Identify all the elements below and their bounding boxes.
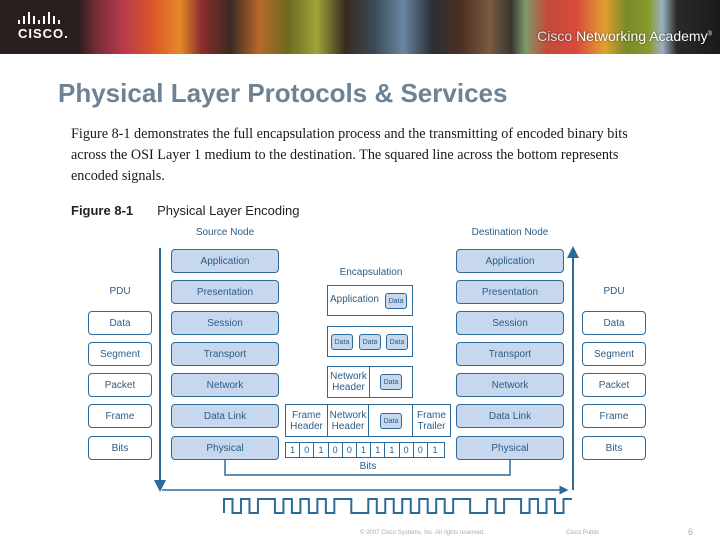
destination-pdu-bits: Bits: [582, 436, 646, 460]
page-number: 6: [688, 527, 694, 537]
encap-packet-box: Network Header Data: [327, 366, 413, 398]
encap-application-label: Application: [330, 294, 379, 305]
destination-layer-network: Network: [456, 373, 564, 397]
destination-pdu-label: PDU: [603, 286, 625, 297]
encap-bits-label: Bits: [359, 461, 377, 472]
bit-cell: 1: [371, 443, 386, 457]
encapsulation-label: Encapsulation: [339, 267, 403, 278]
source-pdu-frame: Frame: [88, 404, 152, 428]
destination-layer-data-link: Data Link: [456, 404, 564, 428]
encap-bits-row: 10100111001: [285, 442, 445, 458]
bit-cell: 1: [314, 443, 329, 457]
source-layer-session: Session: [171, 311, 279, 335]
encoding-diagram: Source Node Destination Node PDU PDU Enc…: [0, 0, 720, 540]
bit-cell: 1: [432, 445, 438, 455]
encap-frame-network-header: Network Header: [328, 405, 369, 436]
source-pdu-segment: Segment: [88, 342, 152, 366]
encap-data-block: Data: [331, 334, 353, 350]
destination-layer-session: Session: [456, 311, 564, 335]
classification-text: Cisco Public: [566, 530, 600, 536]
destination-layer-presentation: Presentation: [456, 280, 564, 304]
encap-frame-trailer: Frame Trailer: [412, 405, 450, 436]
bit-cell: 1: [286, 443, 301, 457]
destination-layer-transport: Transport: [456, 342, 564, 366]
source-pdu-bits: Bits: [88, 436, 152, 460]
destination-pdu-frame: Frame: [582, 404, 646, 428]
destination-pdu-segment: Segment: [582, 342, 646, 366]
bit-cell: 0: [343, 443, 357, 457]
encap-data-block: Data: [359, 334, 381, 350]
source-pdu-data: Data: [88, 311, 152, 335]
destination-node-label: Destination Node: [471, 227, 549, 238]
bit-cell: 1: [357, 443, 372, 457]
source-layer-network: Network: [171, 373, 279, 397]
bit-cell: 0: [329, 443, 343, 457]
bit-cell: 0: [300, 443, 315, 457]
destination-pdu-packet: Packet: [582, 373, 646, 397]
copyright-text: © 2007 Cisco Systems, Inc. All rights re…: [360, 530, 485, 536]
source-layer-physical: Physical: [171, 436, 279, 460]
encap-frame-header: Frame Header: [286, 405, 328, 436]
encap-data-block: Data: [380, 374, 402, 390]
source-layer-data-link: Data Link: [171, 404, 279, 428]
destination-layer-application: Application: [456, 249, 564, 273]
encoded-signal-wave: [223, 498, 572, 514]
source-layer-presentation: Presentation: [171, 280, 279, 304]
encap-segments-box: Data Data Data: [327, 326, 413, 357]
bit-cell: 0: [414, 443, 428, 457]
destination-layer-physical: Physical: [456, 436, 564, 460]
encap-application-box: Application Data: [327, 285, 413, 316]
encap-data-block: Data: [386, 334, 408, 350]
source-pdu-label: PDU: [109, 286, 131, 297]
source-pdu-packet: Packet: [88, 373, 152, 397]
encap-data-block: Data: [380, 413, 402, 429]
bit-cell: 0: [400, 443, 414, 457]
source-layer-application: Application: [171, 249, 279, 273]
encap-frame-box: Frame Header Network Header Data Frame T…: [285, 404, 451, 437]
encap-network-header: Network Header: [328, 367, 370, 397]
destination-pdu-data: Data: [582, 311, 646, 335]
encap-data-block: Data: [385, 293, 407, 309]
source-node-label: Source Node: [195, 227, 255, 238]
bit-cell: 1: [385, 443, 400, 457]
source-layer-transport: Transport: [171, 342, 279, 366]
